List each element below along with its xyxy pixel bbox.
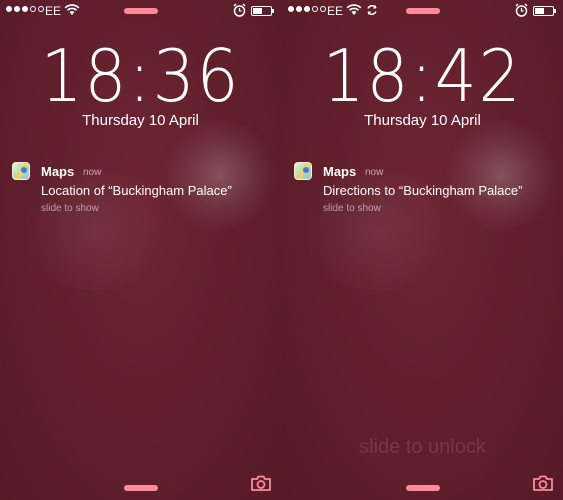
notification-app-name: Maps (323, 164, 357, 179)
camera-icon[interactable] (532, 474, 554, 492)
battery-level (535, 8, 544, 14)
battery-icon (251, 6, 272, 16)
notification-message: Location of “Buckingham Palace” (41, 183, 232, 198)
battery-level (253, 8, 262, 14)
notification-center-grabber[interactable] (406, 8, 440, 14)
camera-icon[interactable] (250, 474, 272, 492)
notification-app-name: Maps (41, 164, 75, 179)
sync-icon (367, 5, 377, 15)
slide-to-show-hint: slide to show (323, 203, 381, 214)
control-center-grabber[interactable] (124, 485, 158, 491)
signal-strength-icon (288, 6, 326, 12)
signal-strength-icon (6, 6, 44, 12)
lock-screen-right: EE 18:42 Thursday 10 April Maps now Dire… (282, 0, 563, 500)
notification-time: now (365, 167, 384, 178)
lock-screen-left: EE 18:36 Thursday 10 April Maps now Loca… (0, 0, 281, 500)
lock-time: 18:42 (322, 34, 523, 118)
notification-center-grabber[interactable] (124, 8, 158, 14)
control-center-grabber[interactable] (406, 485, 440, 491)
maps-icon (12, 162, 30, 180)
notification-message: Directions to “Buckingham Palace” (323, 183, 523, 198)
alarm-icon (233, 3, 246, 17)
maps-icon (294, 162, 312, 180)
wifi-icon (64, 4, 80, 15)
slide-to-show-hint: slide to show (41, 203, 99, 214)
battery-icon (533, 6, 554, 16)
slide-to-unlock-label[interactable]: slide to unlock (282, 436, 563, 459)
lock-time: 18:36 (40, 34, 241, 118)
carrier-label: EE (327, 4, 344, 18)
wifi-icon (346, 4, 362, 15)
alarm-icon (515, 3, 528, 17)
status-bar: EE (0, 0, 281, 22)
lock-date: Thursday 10 April (82, 112, 199, 129)
lock-date: Thursday 10 April (364, 112, 481, 129)
carrier-label: EE (45, 4, 62, 18)
notification-time: now (83, 167, 102, 178)
status-bar: EE (282, 0, 563, 22)
